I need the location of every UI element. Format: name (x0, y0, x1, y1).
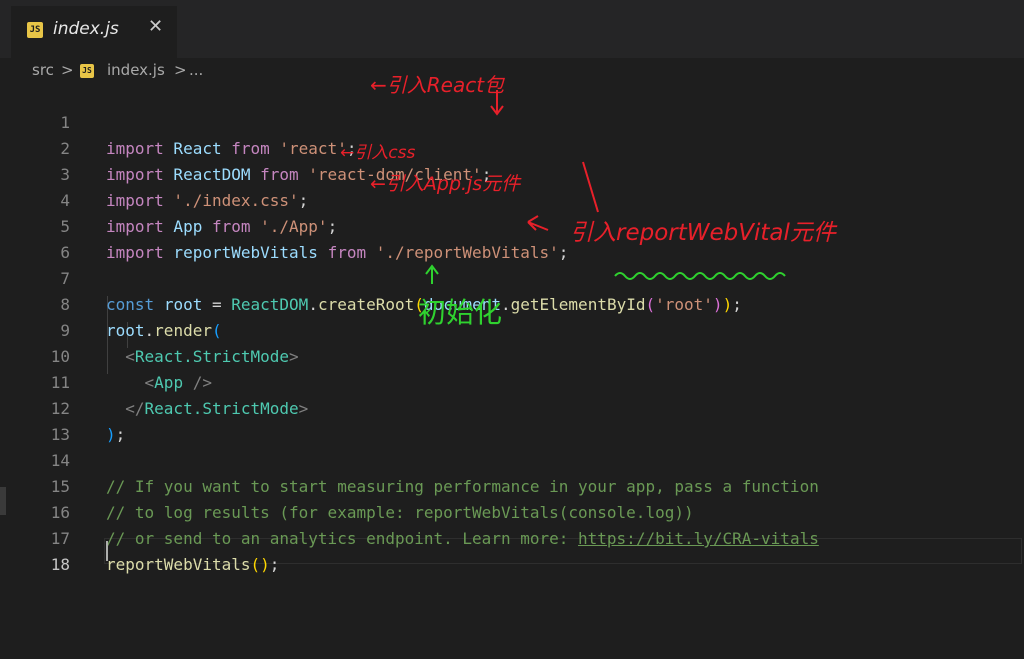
tab-bar: JS index.js ✕ (0, 0, 1024, 58)
code-line: 6 (0, 214, 1024, 262)
code-line: 8 root.render( (0, 266, 1024, 340)
code-line: 10 <App /> (0, 318, 1024, 392)
chevron-right-icon: > (174, 61, 187, 79)
line-number: 18 (50, 555, 70, 574)
breadcrumb-file[interactable]: index.js (107, 61, 165, 79)
code-line: 4 import App from './App'; (0, 162, 1024, 236)
code-line: 13 (0, 396, 1024, 444)
breadcrumb-folder[interactable]: src (32, 61, 54, 79)
code-line: 11 </React.StrictMode> (0, 344, 1024, 418)
code-line: 14 // If you want to start measuring per… (0, 422, 1024, 496)
code-line: 16 // or send to an analytics endpoint. … (0, 474, 1024, 548)
js-file-icon: JS (27, 22, 43, 38)
code-line: 3 import './index.css'; (0, 136, 1024, 210)
code-line: 2 import ReactDOM from 'react-dom/client… (0, 110, 1024, 184)
code-line: 18 (0, 526, 1024, 574)
code-line: 1 import React from 'react'; (0, 84, 1024, 158)
close-icon[interactable]: ✕ (148, 16, 163, 37)
code-line: 9 <React.StrictMode> (0, 292, 1024, 366)
editor[interactable]: 1 import React from 'react'; 2 import Re… (0, 84, 1024, 659)
code-line: 17 reportWebVitals(); (0, 500, 1024, 574)
js-file-icon: JS (80, 64, 94, 78)
tab-label: index.js (53, 19, 119, 39)
code-line: 15 // to log results (for example: repor… (0, 448, 1024, 522)
tab-index-js[interactable]: JS index.js ✕ (11, 6, 177, 58)
code-line: 5 import reportWebVitals from './reportW… (0, 188, 1024, 262)
chevron-right-icon: > (61, 61, 74, 79)
code-line: 7 const root = ReactDOM.createRoot(docum… (0, 240, 1024, 314)
breadcrumb-more[interactable]: ... (189, 61, 203, 79)
text-cursor (106, 541, 108, 561)
breadcrumb: src > JS index.js > ... (0, 58, 1024, 84)
code-line: 12 ); (0, 370, 1024, 444)
